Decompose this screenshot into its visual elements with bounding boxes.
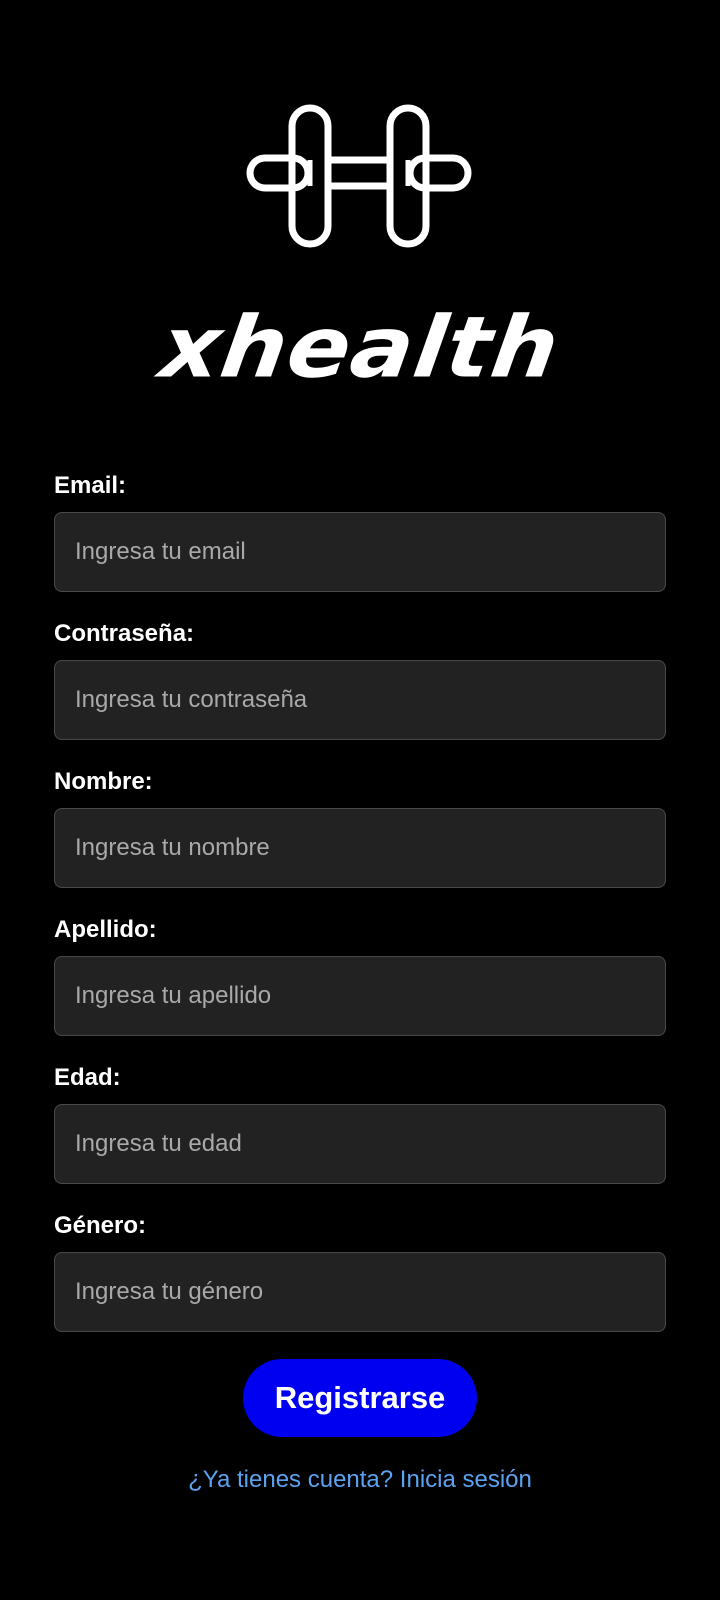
register-form: Email: Contraseña: Nombre: Apellido: Eda… (54, 470, 666, 1358)
login-link[interactable]: ¿Ya tienes cuenta? Inicia sesión (0, 1466, 720, 1494)
dumbbell-icon (246, 104, 472, 248)
age-input[interactable] (54, 1104, 666, 1184)
register-screen: xhealth Email: Contraseña: Nombre: Apell… (0, 0, 720, 1600)
last-name-label: Apellido: (54, 916, 157, 943)
brand-wordmark: xhealth (154, 298, 566, 397)
email-field-group: Email: (54, 470, 666, 618)
last-name-field-group: Apellido: (54, 914, 666, 1062)
first-name-field-group: Nombre: (54, 766, 666, 914)
password-field-group: Contraseña: (54, 618, 666, 766)
password-label: Contraseña: (54, 620, 195, 647)
age-field-group: Edad: (54, 1062, 666, 1210)
gender-input[interactable] (54, 1252, 666, 1332)
gender-field-group: Género: (54, 1210, 666, 1358)
first-name-label: Nombre: (54, 768, 153, 795)
age-label: Edad: (54, 1064, 121, 1091)
first-name-input[interactable] (54, 808, 666, 888)
gender-label: Género: (54, 1212, 147, 1239)
email-label: Email: (54, 472, 127, 499)
email-input[interactable] (54, 512, 666, 592)
register-button[interactable]: Registrarse (243, 1359, 477, 1437)
last-name-input[interactable] (54, 956, 666, 1036)
password-input[interactable] (54, 660, 666, 740)
